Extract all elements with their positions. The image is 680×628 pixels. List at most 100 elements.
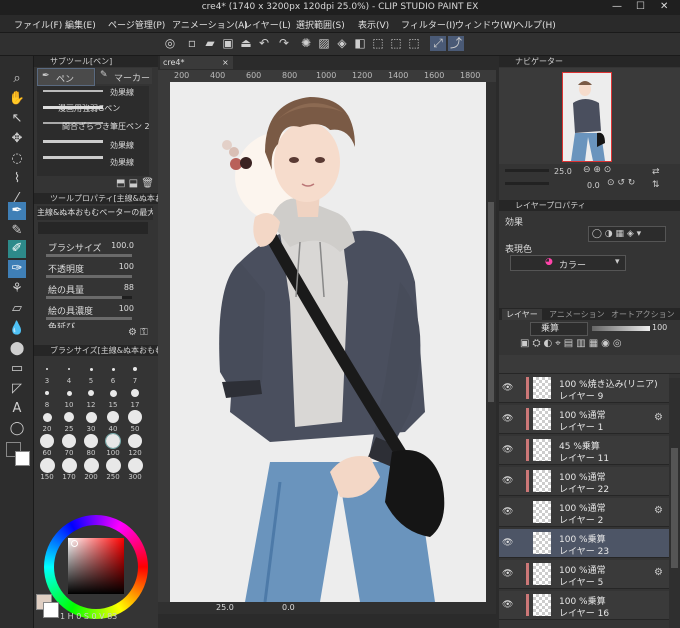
save-icon[interactable]: ▣ — [220, 36, 236, 51]
hand-icon[interactable]: ✋ — [8, 90, 26, 108]
brush-size-preset[interactable] — [107, 411, 119, 423]
tab-pen[interactable]: ✒ ペン — [37, 68, 95, 86]
brush-size-preset[interactable] — [42, 412, 52, 422]
brush-size-preset[interactable] — [66, 390, 72, 396]
brush-list-item[interactable]: 効果線 — [110, 87, 150, 97]
paint-amount-slider[interactable] — [46, 296, 132, 299]
nav-flip-v-icon[interactable]: ⇅ — [652, 180, 660, 190]
menu-edit[interactable]: 編集(E) — [65, 18, 96, 31]
brush-size-preset[interactable] — [109, 389, 117, 397]
nav-rotate-slider[interactable] — [505, 182, 549, 185]
figure-icon[interactable]: ◸ — [8, 380, 26, 398]
brush-size-preset[interactable] — [85, 411, 97, 423]
tab-marker[interactable]: ✎ マーカー — [96, 68, 152, 84]
deselect-icon[interactable]: ⬚ — [370, 36, 386, 51]
canvas-vertical-scrollbar[interactable] — [486, 82, 496, 602]
brush-size-preset[interactable] — [40, 434, 54, 448]
blend-mode-select[interactable]: 乗算 — [530, 322, 588, 336]
fill-bucket-icon[interactable]: ⬤ — [8, 340, 26, 358]
effect-buttons[interactable]: ◯ ◑ ▦ ◈ ▾ — [588, 226, 666, 242]
paint-density-value[interactable]: 100 — [119, 304, 134, 313]
brush-size-preset[interactable] — [131, 389, 139, 397]
fill-icon[interactable]: ◈ — [334, 36, 350, 51]
transform-icon[interactable]: ◧ — [352, 36, 368, 51]
blend-icon[interactable]: 💧 — [8, 320, 26, 338]
close-button[interactable]: ✕ — [660, 1, 668, 12]
layer-scroll-thumb[interactable] — [671, 448, 678, 568]
menu-filter[interactable]: フィルター(I) — [401, 18, 456, 31]
subtool-footer-icons[interactable]: ⬒ ⬓ 🗑 — [116, 178, 154, 189]
eraser-icon[interactable]: ▱ — [8, 300, 26, 318]
visibility-eye-icon[interactable]: 👁 — [502, 538, 513, 548]
opacity-slider[interactable] — [46, 275, 132, 278]
visibility-eye-icon[interactable]: 👁 — [502, 383, 513, 393]
layer-row[interactable]: 👁 100 %通常 レイヤー 5 ⚙ — [499, 560, 669, 589]
layer-scrollbar[interactable] — [669, 378, 680, 628]
brush-size-preset[interactable] — [68, 368, 70, 370]
brush-size-preset[interactable] — [111, 367, 115, 371]
invert-icon[interactable]: ⬚ — [388, 36, 404, 51]
visibility-eye-icon[interactable]: 👁 — [502, 507, 513, 517]
clip-studio-icon[interactable]: ◎ — [162, 36, 178, 51]
brush-list-item[interactable]: 効果線 — [110, 140, 150, 150]
opacity-value[interactable]: 100 — [119, 262, 134, 271]
close-tab-icon[interactable]: × — [222, 56, 229, 69]
brush-size-slider[interactable] — [46, 254, 132, 257]
menu-page[interactable]: ページ管理(P) — [108, 18, 165, 31]
document-canvas[interactable] — [170, 82, 486, 602]
brush-size-preset[interactable] — [46, 368, 48, 370]
zoom-value[interactable]: 25.0 — [216, 603, 234, 612]
sub-color-mini[interactable] — [43, 602, 59, 618]
spinner-icon[interactable]: ✺ — [298, 36, 314, 51]
tab-layer[interactable]: レイヤー — [502, 309, 542, 320]
move-layer-icon[interactable]: ✥ — [8, 130, 26, 148]
zoom-icon[interactable]: ⌕ — [8, 70, 26, 88]
clear-icon[interactable]: ▨ — [316, 36, 332, 51]
prop-brush-size[interactable]: ブラシサイズ 100.0 — [38, 241, 148, 260]
brush-size-preset[interactable] — [64, 412, 74, 422]
export-icon[interactable]: ⏏ — [238, 36, 254, 51]
brush-size-preset[interactable] — [128, 434, 142, 448]
minimize-button[interactable]: — — [612, 1, 622, 12]
balloon-icon[interactable]: ◯ — [8, 420, 26, 438]
crop-icon[interactable]: ⬚ — [406, 36, 422, 51]
layer-row[interactable]: 👁 100 %乗算 レイヤー 23 — [499, 529, 669, 558]
airbrush-icon[interactable]: ✑ — [8, 260, 26, 278]
brush-list-item[interactable]: 間合ざらつき筆圧ペン 2 — [62, 121, 150, 131]
layer-row[interactable]: 👁 100 %通常 レイヤー 22 — [499, 467, 669, 496]
text-icon[interactable]: A — [8, 400, 26, 418]
layer-opacity-slider[interactable] — [592, 326, 650, 331]
snap-special-icon[interactable]: ⤴ — [448, 36, 464, 51]
decoration-icon[interactable]: ⚘ — [8, 280, 26, 298]
brush-list-item[interactable]: 効果線 — [110, 157, 150, 167]
layer-row[interactable]: 👁 100 %通常 レイヤー 1 ⚙ — [499, 405, 669, 434]
open-file-icon[interactable]: ▰ — [202, 36, 218, 51]
menu-help[interactable]: ヘルプ(H) — [515, 18, 556, 31]
color-picker-handle[interactable] — [71, 540, 78, 547]
menu-window[interactable]: ウィンドウ(W) — [455, 18, 516, 31]
layer-row-partial[interactable] — [499, 355, 680, 374]
brush-size-preset[interactable] — [105, 433, 121, 449]
brush-size-preset[interactable] — [39, 457, 55, 473]
nav-flip-icon[interactable]: ⇄ — [652, 167, 660, 177]
menu-select[interactable]: 選択範囲(S) — [296, 18, 345, 31]
brush-size-preset[interactable] — [88, 390, 94, 396]
scroll-thumb[interactable] — [488, 202, 494, 402]
nav-zoom-value[interactable]: 25.0 — [554, 167, 572, 176]
navigator-preview[interactable] — [562, 72, 612, 162]
nav-rotate-buttons[interactable]: ⊙ ↺ ↻ — [607, 178, 635, 188]
brush-size-preset[interactable] — [127, 457, 143, 473]
layer-row[interactable]: 👁 45 %乗算 レイヤー 11 — [499, 436, 669, 465]
visibility-eye-icon[interactable]: 👁 — [502, 600, 513, 610]
layer-row[interactable]: 👁 100 %乗算 レイヤー 16 — [499, 591, 669, 620]
brush-size-preset[interactable] — [133, 367, 137, 371]
brush-size-preset[interactable] — [62, 434, 76, 448]
sub-color-swatch[interactable] — [15, 451, 30, 466]
pen-icon[interactable]: ✒ — [8, 202, 26, 220]
angle-value[interactable]: 0.0 — [282, 603, 295, 612]
nav-zoom-buttons[interactable]: ⊖ ⊕ ⊙ — [583, 165, 611, 175]
operation-icon[interactable]: ↖ — [8, 110, 26, 128]
menu-layer[interactable]: レイヤー(L) — [243, 18, 291, 31]
snap-ruler-icon[interactable]: ⤢ — [430, 36, 446, 51]
undo-icon[interactable]: ↶ — [256, 36, 272, 51]
